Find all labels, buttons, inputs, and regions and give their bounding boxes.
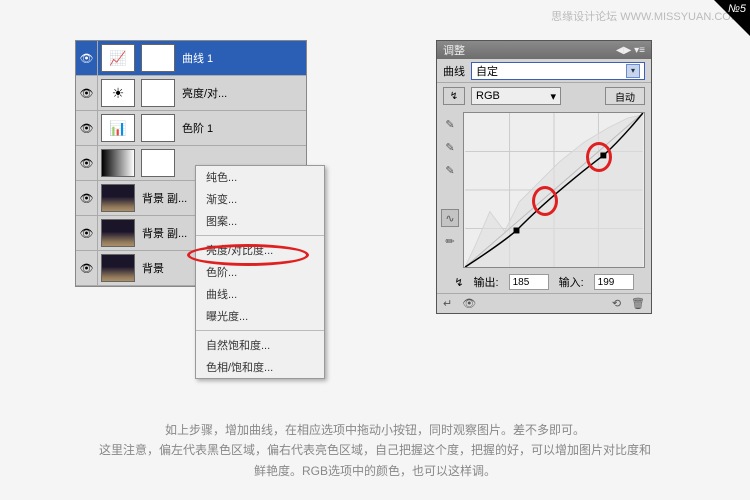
output-label: 输出: <box>474 274 499 290</box>
menu-item[interactable]: 图案... <box>196 210 324 232</box>
preset-value: 自定 <box>476 63 498 79</box>
menu-item[interactable]: 色相/饱和度... <box>196 356 324 378</box>
visibility-icon[interactable]: 👁 <box>76 41 98 75</box>
panel-controls[interactable]: ◀▶ ▾≡ <box>616 45 645 56</box>
clip-icon[interactable]: ↵ <box>443 297 452 310</box>
layer-thumb[interactable] <box>101 219 135 247</box>
curves-graph[interactable] <box>463 112 645 268</box>
visibility-icon[interactable]: 👁 <box>76 76 98 110</box>
adjustment-context-menu: 纯色... 渐变... 图案... 亮度/对比度... 色阶... 曲线... … <box>195 165 325 379</box>
mask-thumb[interactable] <box>141 114 175 142</box>
menu-item[interactable]: 自然饱和度... <box>196 334 324 356</box>
channel-row: ↯ RGB ▾ 自动 <box>437 83 651 109</box>
preset-dropdown[interactable]: 自定 ▾ <box>471 62 645 80</box>
menu-item-curves[interactable]: 曲线... <box>196 283 324 305</box>
visibility-icon[interactable]: 👁 <box>76 216 98 250</box>
menu-item[interactable]: 纯色... <box>196 166 324 188</box>
layer-label: 色阶 1 <box>178 120 213 136</box>
adj-icon[interactable]: ☀ <box>101 79 135 107</box>
preset-label: 曲线 <box>443 63 465 79</box>
layer-row[interactable]: 👁 📊 色阶 1 <box>76 111 306 146</box>
layer-row[interactable]: 👁 ☀ 亮度/对... <box>76 76 306 111</box>
layer-label: 背景 副... <box>138 225 187 241</box>
readout-row: ↯ 输出: 185 输入: 199 <box>437 271 651 293</box>
menu-item[interactable]: 亮度/对比度... <box>196 239 324 261</box>
panel-footer: ↵ 👁 ⟲ 🗑 <box>437 293 651 313</box>
layer-thumb[interactable] <box>101 254 135 282</box>
hand-icon[interactable]: ↯ <box>454 276 463 289</box>
menu-separator <box>196 330 324 331</box>
layer-label: 背景 副... <box>138 190 187 206</box>
layer-label: 亮度/对... <box>178 85 227 101</box>
eyedropper-column: ✎ ✎ ✎ ∿ ✏ <box>437 109 463 271</box>
channel-dropdown[interactable]: RGB ▾ <box>471 87 561 105</box>
input-label: 输入: <box>559 274 584 290</box>
preset-row: 曲线 自定 ▾ <box>437 59 651 83</box>
visibility-icon[interactable]: 👁 <box>76 181 98 215</box>
watermark: 思缘设计论坛 WWW.MISSYUAN.COM <box>551 8 740 24</box>
caption-text: 如上步骤，增加曲线，在相应选项中拖动小按钮，同时观察图片。差不多即可。 这里注意… <box>0 420 750 481</box>
curves-chart-area: ✎ ✎ ✎ ∿ ✏ <box>437 109 651 271</box>
menu-item[interactable]: 曝光度... <box>196 305 324 327</box>
visibility-icon[interactable]: 👁 <box>462 297 476 310</box>
reset-icon[interactable]: ⟲ <box>612 297 621 310</box>
chevron-down-icon: ▾ <box>550 90 556 103</box>
visibility-icon[interactable]: 👁 <box>76 251 98 285</box>
menu-item[interactable]: 渐变... <box>196 188 324 210</box>
eyedropper-icon[interactable]: ✎ <box>441 161 459 179</box>
menu-item[interactable]: 色阶... <box>196 261 324 283</box>
curves-svg <box>464 113 644 267</box>
mask-thumb[interactable] <box>141 149 175 177</box>
layer-label: 曲线 1 <box>178 50 213 66</box>
input-value[interactable]: 199 <box>594 274 634 290</box>
channel-value: RGB <box>476 90 500 102</box>
eyedropper-icon[interactable]: ✎ <box>441 115 459 133</box>
auto-button[interactable]: 自动 <box>605 87 645 105</box>
spacer <box>441 184 459 204</box>
layer-row[interactable]: 👁 📈 曲线 1 <box>76 41 306 76</box>
layer-thumb[interactable] <box>101 184 135 212</box>
chevron-down-icon: ▾ <box>626 64 640 78</box>
visibility-icon[interactable]: 👁 <box>76 146 98 180</box>
output-value[interactable]: 185 <box>509 274 549 290</box>
adj-icon[interactable]: 📊 <box>101 114 135 142</box>
curve-tool-button[interactable]: ↯ <box>443 87 465 105</box>
curve-mode-icon[interactable]: ∿ <box>441 209 459 227</box>
panel-title: 调整 <box>443 42 465 58</box>
pencil-mode-icon[interactable]: ✏ <box>441 232 459 250</box>
visibility-icon[interactable]: 👁 <box>76 111 98 145</box>
trash-icon[interactable]: 🗑 <box>631 297 645 310</box>
adj-icon[interactable]: 📈 <box>101 44 135 72</box>
eyedropper-icon[interactable]: ✎ <box>441 138 459 156</box>
panel-title-bar[interactable]: 调整 ◀▶ ▾≡ <box>437 41 651 59</box>
layer-label: 背景 <box>138 260 164 276</box>
adj-icon[interactable] <box>101 149 135 177</box>
mask-thumb[interactable] <box>141 79 175 107</box>
adjustments-panel: 调整 ◀▶ ▾≡ 曲线 自定 ▾ ↯ RGB ▾ 自动 ✎ ✎ ✎ ∿ ✏ <box>436 40 652 314</box>
menu-separator <box>196 235 324 236</box>
mask-thumb[interactable] <box>141 44 175 72</box>
